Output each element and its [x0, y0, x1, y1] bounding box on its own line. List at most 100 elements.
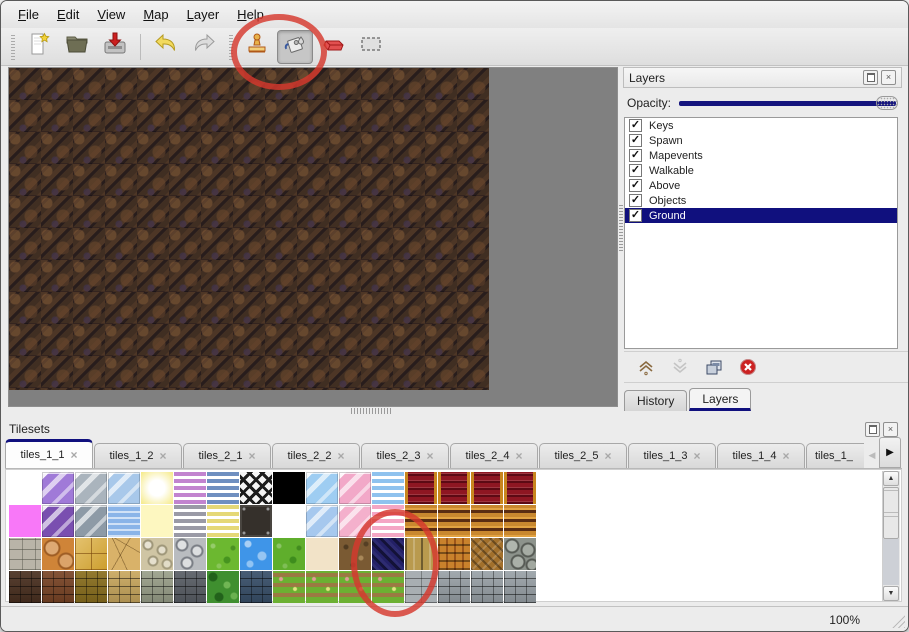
tileset-tab-tiles_2_5[interactable]: tiles_2_5×: [539, 443, 627, 468]
eraser-tool-button[interactable]: [315, 30, 351, 64]
opacity-slider[interactable]: [679, 95, 898, 111]
tileset-tab-tiles_2_4[interactable]: tiles_2_4×: [450, 443, 538, 468]
tileset-tab-tiles_1[interactable]: tiles_1_: [806, 443, 864, 468]
tab-history[interactable]: History: [624, 390, 687, 411]
save-map-button[interactable]: [97, 30, 133, 64]
layer-visibility-checkbox[interactable]: ✓: [629, 134, 642, 147]
tileset-tab-tiles_2_1[interactable]: tiles_2_1×: [183, 443, 271, 468]
tab-close-icon[interactable]: ×: [516, 450, 523, 462]
palette-tile-r0-c15[interactable]: [504, 472, 536, 504]
opacity-slider-handle[interactable]: [876, 96, 898, 110]
palette-tile-r2-c5[interactable]: [174, 538, 206, 570]
opacity-slider-track[interactable]: [679, 101, 896, 106]
palette-tile-r2-c14[interactable]: [471, 538, 503, 570]
palette-tile-r0-c4[interactable]: [141, 472, 173, 504]
horizontal-splitter-handle[interactable]: [351, 408, 393, 414]
palette-tile-r1-c9[interactable]: [306, 505, 338, 537]
layer-visibility-checkbox[interactable]: ✓: [629, 209, 642, 222]
scroll-up-icon[interactable]: ▲: [883, 471, 899, 486]
open-map-button[interactable]: [59, 30, 95, 64]
tab-close-icon[interactable]: ×: [71, 449, 78, 461]
palette-tile-r1-c7[interactable]: [240, 505, 272, 537]
palette-tile-r1-c5[interactable]: [174, 505, 206, 537]
palette-tile-r0-c1[interactable]: [42, 472, 74, 504]
duplicate-layer-button[interactable]: [704, 357, 724, 377]
palette-tile-r0-c13[interactable]: [438, 472, 470, 504]
palette-tile-r2-c12[interactable]: [405, 538, 437, 570]
palette-tile-r1-c12[interactable]: [405, 505, 437, 537]
palette-tile-r0-c6[interactable]: [207, 472, 239, 504]
menu-help[interactable]: Help: [228, 5, 273, 24]
palette-tile-r1-c2[interactable]: [75, 505, 107, 537]
tab-scroll-left-icon[interactable]: ◀: [865, 443, 879, 468]
palette-tile-r3-c9[interactable]: [306, 571, 338, 603]
tab-close-icon[interactable]: ×: [783, 450, 790, 462]
tab-close-icon[interactable]: ×: [338, 450, 345, 462]
fill-tool-button[interactable]: [277, 30, 313, 64]
menu-layer[interactable]: Layer: [178, 5, 229, 24]
tileset-tab-tiles_1_2[interactable]: tiles_1_2×: [94, 443, 182, 468]
palette-tile-r1-c10[interactable]: [339, 505, 371, 537]
layer-row-above[interactable]: ✓Above: [625, 178, 897, 193]
palette-tile-r1-c15[interactable]: [504, 505, 536, 537]
palette-tile-r2-c0[interactable]: [9, 538, 41, 570]
layer-row-ground[interactable]: ✓Ground: [625, 208, 897, 223]
undo-button[interactable]: [148, 30, 184, 64]
redo-button[interactable]: [186, 30, 222, 64]
layer-visibility-checkbox[interactable]: ✓: [629, 149, 642, 162]
map-canvas[interactable]: [8, 67, 618, 407]
palette-tile-r3-c6[interactable]: [207, 571, 239, 603]
palette-tile-r2-c2[interactable]: [75, 538, 107, 570]
palette-tile-r3-c2[interactable]: [75, 571, 107, 603]
layer-row-keys[interactable]: ✓Keys: [625, 118, 897, 133]
tab-close-icon[interactable]: ×: [160, 450, 167, 462]
palette-tile-r2-c7[interactable]: [240, 538, 272, 570]
float-panel-icon[interactable]: [863, 70, 878, 85]
toolbar-drag-handle-2[interactable]: [227, 34, 234, 60]
tab-scroll-right-icon[interactable]: ▶: [879, 437, 901, 468]
palette-tile-r2-c6[interactable]: [207, 538, 239, 570]
palette-tile-r3-c5[interactable]: [174, 571, 206, 603]
palette-tile-r0-c3[interactable]: [108, 472, 140, 504]
palette-tile-r3-c8[interactable]: [273, 571, 305, 603]
menu-file[interactable]: File: [9, 5, 48, 24]
palette-tile-r1-c13[interactable]: [438, 505, 470, 537]
palette-tile-r0-c2[interactable]: [75, 472, 107, 504]
layer-row-objects[interactable]: ✓Objects: [625, 193, 897, 208]
palette-tile-r3-c10[interactable]: [339, 571, 371, 603]
palette-tile-r3-c13[interactable]: [438, 571, 470, 603]
tab-layers[interactable]: Layers: [689, 388, 751, 411]
palette-tile-r0-c9[interactable]: [306, 472, 338, 504]
menu-map[interactable]: Map: [134, 5, 177, 24]
palette-tile-r3-c1[interactable]: [42, 571, 74, 603]
map-ground-tiles[interactable]: [9, 68, 489, 390]
tileset-tab-tiles_2_2[interactable]: tiles_2_2×: [272, 443, 360, 468]
palette-tile-r0-c12[interactable]: [405, 472, 437, 504]
move-layer-down-button[interactable]: [670, 357, 690, 377]
rect-select-tool-button[interactable]: [353, 30, 389, 64]
palette-tile-r2-c10[interactable]: [339, 538, 371, 570]
palette-tile-r2-c3[interactable]: [108, 538, 140, 570]
palette-tile-r2-c13[interactable]: [438, 538, 470, 570]
palette-tile-r2-c4[interactable]: [141, 538, 173, 570]
palette-tile-r2-c8[interactable]: [273, 538, 305, 570]
tileset-tab-tiles_1_1[interactable]: tiles_1_1×: [5, 439, 93, 468]
layer-visibility-checkbox[interactable]: ✓: [629, 119, 642, 132]
palette-tile-r0-c8[interactable]: [273, 472, 305, 504]
delete-layer-button[interactable]: [738, 357, 758, 377]
stamp-tool-button[interactable]: [239, 30, 275, 64]
layer-visibility-checkbox[interactable]: ✓: [629, 194, 642, 207]
palette-tile-r1-c11[interactable]: [372, 505, 404, 537]
layer-row-walkable[interactable]: ✓Walkable: [625, 163, 897, 178]
palette-tile-r0-c5[interactable]: [174, 472, 206, 504]
palette-tile-r2-c9[interactable]: [306, 538, 338, 570]
palette-scrollbar-track[interactable]: [883, 539, 899, 585]
palette-tile-r3-c7[interactable]: [240, 571, 272, 603]
menu-edit[interactable]: Edit: [48, 5, 88, 24]
tab-close-icon[interactable]: ×: [605, 450, 612, 462]
palette-tile-r1-c4[interactable]: [141, 505, 173, 537]
palette-tile-r1-c14[interactable]: [471, 505, 503, 537]
layer-row-mapevents[interactable]: ✓Mapevents: [625, 148, 897, 163]
palette-tile-r3-c12[interactable]: [405, 571, 437, 603]
scroll-down-icon[interactable]: ▼: [883, 586, 899, 601]
